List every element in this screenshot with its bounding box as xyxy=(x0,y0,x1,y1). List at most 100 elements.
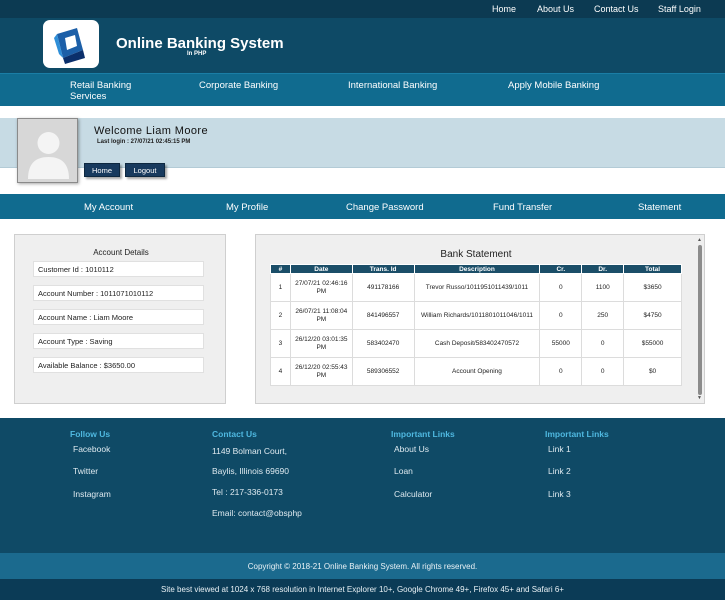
browser-notice-bar: Site best viewed at 1024 x 768 resolutio… xyxy=(0,579,725,600)
scroll-up-arrow-icon[interactable]: ▲ xyxy=(697,237,702,243)
cell-description: Account Opening xyxy=(413,357,541,386)
cell-description: Cash Deposit/583402470572 xyxy=(413,329,541,358)
nav-international-banking[interactable]: International Banking xyxy=(348,80,437,91)
col-header-description: Description xyxy=(413,264,541,274)
cell-debit: 250 xyxy=(581,301,625,330)
footer-link-3[interactable]: Link 3 xyxy=(548,489,571,499)
footer-link-2[interactable]: Link 2 xyxy=(548,466,571,476)
cell-credit: 0 xyxy=(539,301,583,330)
col-header-trans-id: Trans. Id xyxy=(351,264,415,274)
site-header: Online Banking System In PHP xyxy=(0,18,725,73)
footer-link-loan[interactable]: Loan xyxy=(394,466,413,476)
home-button[interactable]: Home xyxy=(84,163,120,177)
table-row: 2 26/07/21 11:08:04 PM 841496557 William… xyxy=(270,301,682,330)
cell-total: $0 xyxy=(623,357,682,386)
nav-retail-banking[interactable]: Retail Banking Services xyxy=(70,80,160,102)
scroll-down-arrow-icon[interactable]: ▼ xyxy=(697,395,702,401)
account-details-title: Account Details xyxy=(93,248,149,257)
cell-number: 4 xyxy=(270,357,291,386)
customer-id-field: Customer Id : 1010112 xyxy=(33,261,204,277)
bank-logo[interactable] xyxy=(43,20,99,68)
copyright-text: Copyright © 2018-21 Online Banking Syste… xyxy=(247,562,478,571)
main-navigation: Retail Banking Services Corporate Bankin… xyxy=(0,73,725,106)
welcome-section: Welcome Liam Moore Last login : 27/07/21… xyxy=(0,106,725,194)
col-header-credit: Cr. xyxy=(539,264,583,274)
footer-link-instagram[interactable]: Instagram xyxy=(73,489,111,499)
site-subtitle: In PHP xyxy=(187,51,207,57)
cell-date: 26/12/20 03:01:35 PM xyxy=(289,329,353,358)
tab-my-account[interactable]: My Account xyxy=(84,202,133,213)
scrollbar-thumb[interactable] xyxy=(698,245,702,395)
footer-link-twitter[interactable]: Twitter xyxy=(73,466,98,476)
footer-follow-title: Follow Us xyxy=(70,429,111,439)
footer-email: Email: contact@obsphp xyxy=(212,508,302,518)
cell-credit: 0 xyxy=(539,357,583,386)
tab-change-password[interactable]: Change Password xyxy=(346,202,424,213)
cell-date: 26/12/20 02:55:43 PM xyxy=(289,357,353,386)
footer-link-facebook[interactable]: Facebook xyxy=(73,444,110,454)
footer-link-1[interactable]: Link 1 xyxy=(548,444,571,454)
table-row: 1 27/07/21 02:46:16 PM 491178166 Trevor … xyxy=(270,273,682,302)
footer-address-line1: 1149 Bolman Court, xyxy=(212,446,287,456)
account-type-field: Account Type : Saving xyxy=(33,333,204,349)
table-header-row: # Date Trans. Id Description Cr. Dr. Tot… xyxy=(270,264,682,274)
footer-important-links-title-2: Important Links xyxy=(545,429,609,439)
bank-statement-panel: Bank Statement # Date Trans. Id Descript… xyxy=(255,234,705,404)
account-number-field: Account Number : 1011071010112 xyxy=(33,285,204,301)
footer-link-about-us[interactable]: About Us xyxy=(394,444,429,454)
top-nav-home[interactable]: Home xyxy=(492,4,516,14)
site-title: Online Banking System xyxy=(116,35,284,52)
cell-debit: 1100 xyxy=(581,273,625,302)
cell-trans-id: 589306552 xyxy=(351,357,415,386)
col-header-debit: Dr. xyxy=(581,264,625,274)
cell-debit: 0 xyxy=(581,329,625,358)
cell-total: $55000 xyxy=(623,329,682,358)
cell-credit: 55000 xyxy=(539,329,583,358)
account-details-panel: Account Details Customer Id : 1010112 Ac… xyxy=(14,234,226,404)
cell-trans-id: 841496557 xyxy=(351,301,415,330)
cell-debit: 0 xyxy=(581,357,625,386)
tab-my-profile[interactable]: My Profile xyxy=(226,202,268,213)
copyright-bar: Copyright © 2018-21 Online Banking Syste… xyxy=(0,553,725,579)
logout-button[interactable]: Logout xyxy=(125,163,165,177)
cell-total: $3650 xyxy=(623,273,682,302)
footer-phone: Tel : 217-336-0173 xyxy=(212,487,283,497)
last-login: Last login : 27/07/21 02:45:15 PM xyxy=(97,139,191,145)
site-footer: Follow Us Facebook Twitter Instagram Con… xyxy=(0,418,725,553)
statement-scrollbar[interactable]: ▲ ▼ xyxy=(697,237,703,401)
bank-logo-icon xyxy=(54,28,85,64)
col-header-number: # xyxy=(270,264,291,274)
statement-table: # Date Trans. Id Description Cr. Dr. Tot… xyxy=(270,264,682,386)
table-row: 4 26/12/20 02:55:43 PM 589306552 Account… xyxy=(270,357,682,386)
footer-important-links-title: Important Links xyxy=(391,429,455,439)
table-row: 3 26/12/20 03:01:35 PM 583402470 Cash De… xyxy=(270,329,682,358)
top-navigation: Home About Us Contact Us Staff Login xyxy=(0,0,725,18)
browser-notice-text: Site best viewed at 1024 x 768 resolutio… xyxy=(161,585,564,594)
footer-link-calculator[interactable]: Calculator xyxy=(394,489,432,499)
cell-description: Trevor Russo/1011951011439/1011 xyxy=(413,273,541,302)
top-nav-about-us[interactable]: About Us xyxy=(537,4,574,14)
available-balance-field: Available Balance : $3650.00 xyxy=(33,357,204,373)
account-name-field: Account Name : Liam Moore xyxy=(33,309,204,325)
top-nav-staff-login[interactable]: Staff Login xyxy=(658,4,701,14)
cell-credit: 0 xyxy=(539,273,583,302)
welcome-message: Welcome Liam Moore xyxy=(94,125,208,137)
tab-statement[interactable]: Statement xyxy=(638,202,681,213)
tab-fund-transfer[interactable]: Fund Transfer xyxy=(493,202,552,213)
cell-total: $4750 xyxy=(623,301,682,330)
nav-apply-mobile-banking[interactable]: Apply Mobile Banking xyxy=(508,80,599,91)
col-header-total: Total xyxy=(623,264,682,274)
cell-trans-id: 583402470 xyxy=(351,329,415,358)
user-avatar-icon xyxy=(28,132,69,179)
cell-number: 3 xyxy=(270,329,291,358)
account-navigation: My Account My Profile Change Password Fu… xyxy=(0,194,725,219)
nav-corporate-banking[interactable]: Corporate Banking xyxy=(199,80,278,91)
col-header-date: Date xyxy=(289,264,353,274)
cell-number: 2 xyxy=(270,301,291,330)
cell-description: William Richards/1011801011046/1011 xyxy=(413,301,541,330)
top-nav-contact-us[interactable]: Contact Us xyxy=(594,4,639,14)
bank-statement-title: Bank Statement xyxy=(440,249,512,260)
cell-date: 27/07/21 02:46:16 PM xyxy=(289,273,353,302)
cell-date: 26/07/21 11:08:04 PM xyxy=(289,301,353,330)
cell-trans-id: 491178166 xyxy=(351,273,415,302)
